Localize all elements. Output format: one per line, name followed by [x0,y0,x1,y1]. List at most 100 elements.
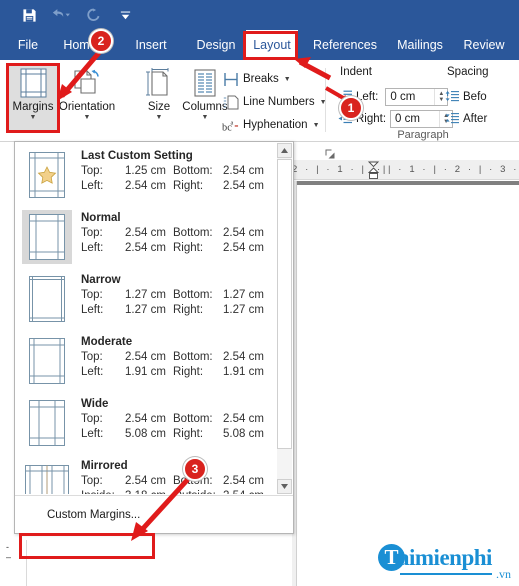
margin-key: Bottom: [173,289,213,301]
line-numbers-button[interactable]: Line Numbers ▼ [222,91,327,113]
tab-review-label: Review [463,38,505,52]
ruler-vertical-mark-2: – [6,552,12,562]
margin-value: 1.91 cm [125,366,166,378]
margin-value: 2.54 cm [223,180,264,192]
ruler-vertical-mark-1: - [6,542,9,552]
margins-item-values: Top: 1.27 cm Bottom: 1.27 cm Left: 1.27 … [81,288,264,318]
breaks-label: Breaks [243,73,279,85]
margins-item-title: Last Custom Setting [81,150,193,162]
margin-preview-mirrored-icon [22,458,72,494]
columns-icon [192,66,218,98]
tab-insert[interactable]: Insert [128,30,174,60]
margin-value: 1.91 cm [223,366,264,378]
scrollbar-thumb[interactable] [277,159,292,449]
orientation-button[interactable]: Orientation ▼ [58,64,116,132]
hyphenation-button[interactable]: bc a Hyphenation ▼ [222,114,320,136]
indent-left-spinner[interactable]: ▲▼ [385,87,449,106]
margin-preview-wide-icon [22,396,72,450]
custom-margins-highlight-box [19,533,155,559]
indent-header: Indent [340,66,372,78]
margins-item-last-custom-setting[interactable]: Last Custom Setting Top: 1.25 cm Bottom:… [15,142,278,204]
tab-review[interactable]: Review [458,30,510,60]
scroll-up-arrow-icon[interactable] [277,143,292,158]
margins-menu-scrollbar[interactable] [277,143,292,494]
margin-key: Left: [81,304,104,316]
margin-key: Left: [81,428,104,440]
margin-key: Left: [81,366,104,378]
hyphenation-caret-icon[interactable]: ▼ [313,122,320,129]
word-application-window: File Home Insert Design Layout Reference… [0,0,519,586]
tab-mailings[interactable]: Mailings [391,30,449,60]
columns-caret-icon[interactable]: ▼ [202,114,209,121]
document-page[interactable] [297,185,519,586]
margin-value: 2.54 cm [223,227,264,239]
margins-menu-divider [15,495,293,496]
margins-item-title: Mirrored [81,460,128,472]
margin-value: 2.54 cm [125,242,166,254]
callout-badge-1: 1 [339,96,363,120]
margin-preview-narrow-icon [22,272,72,326]
scroll-down-arrow-icon[interactable] [277,479,292,494]
custom-margins-label: Custom Margins... [47,509,141,521]
margins-item-moderate[interactable]: Moderate Top: 2.54 cm Bottom: 2.54 cm Le… [15,328,278,390]
tab-file[interactable]: File [10,30,46,60]
tab-references-label: References [313,38,377,52]
margin-key: Top: [81,413,103,425]
margins-item-text: Wide Top: 2.54 cm Bottom: 2.54 cm Left: [81,396,264,442]
margins-item-values: Top: 1.25 cm Bottom: 2.54 cm Left: 2.54 … [81,164,264,194]
margin-key: Top: [81,227,103,239]
breaks-button[interactable]: Breaks ▼ [222,68,291,90]
margin-value: 5.08 cm [125,428,166,440]
margins-item-normal[interactable]: Normal Top: 2.54 cm Bottom: 2.54 cm Left… [15,204,278,266]
hyphenation-icon: bc a [222,117,239,134]
margin-value: 2.54 cm [125,413,166,425]
margins-item-title: Narrow [81,274,121,286]
orientation-caret-icon[interactable]: ▼ [84,114,91,121]
margin-key: Left: [81,242,104,254]
layout-tab-highlight-box [243,31,298,60]
margins-item-narrow[interactable]: Narrow Top: 1.27 cm Bottom: 1.27 cm Left… [15,266,278,328]
margin-value: 2.54 cm [223,165,264,177]
indent-right-input[interactable] [391,110,440,127]
watermark-text: aimienphi [398,545,492,570]
margin-preview-moderate-icon [22,334,72,388]
margins-item-wide[interactable]: Wide Top: 2.54 cm Bottom: 2.54 cm Left: [15,390,278,452]
margins-button-highlight-box [6,63,60,133]
margins-item-text: Last Custom Setting Top: 1.25 cm Bottom:… [81,148,264,194]
margin-value: 2.54 cm [223,242,264,254]
margin-value: 2.54 cm [223,475,264,487]
indent-left-input[interactable] [386,88,435,105]
margins-item-mirrored[interactable]: Mirrored Top: 2.54 cm Bottom: 2.54 cm In… [15,452,278,494]
margin-preview-normal-icon [22,210,72,264]
margin-value: 2.54 cm [223,413,264,425]
margin-value: 1.27 cm [223,304,264,316]
breaks-icon [222,71,239,88]
spacing-header: Spacing [447,66,489,78]
margins-item-values: Top: 2.54 cm Bottom: 2.54 cm Left: 2.54 … [81,226,264,256]
redo-icon[interactable] [82,4,104,26]
horizontal-ruler[interactable]: 2 · | · 1 · | · | · | · 1 · | · 2 · | · … [292,160,519,180]
margin-value: 2.54 cm [125,227,166,239]
customize-quick-access-icon[interactable] [114,4,136,26]
size-caret-icon[interactable]: ▼ [156,114,163,121]
orientation-icon [72,66,102,98]
margins-item-values: Top: 2.54 cm Bottom: 2.54 cm Inside: 3.1… [81,474,264,494]
quick-access-toolbar [18,4,136,26]
paragraph-dialog-launcher-icon[interactable] [325,146,335,159]
callout-badge-2-number: 2 [97,34,105,48]
tab-design[interactable]: Design [190,30,242,60]
save-icon[interactable] [18,4,40,26]
indent-marker-icon[interactable] [367,161,380,183]
undo-icon[interactable] [50,4,72,26]
margin-value: 1.25 cm [125,165,166,177]
tab-references[interactable]: References [308,30,382,60]
orientation-button-label: Orientation [58,101,116,113]
custom-margins-menu-item[interactable]: Custom Margins... [25,504,175,526]
margins-item-text: Narrow Top: 1.27 cm Bottom: 1.27 cm Left… [81,272,264,318]
line-numbers-label: Line Numbers [243,96,315,108]
margin-key: Outside: [173,489,223,494]
breaks-caret-icon[interactable]: ▼ [284,76,291,83]
taimienphi-watermark: T aimienphi .vn [378,540,513,582]
margins-item-title: Normal [81,212,121,224]
margins-item-title: Wide [81,398,109,410]
